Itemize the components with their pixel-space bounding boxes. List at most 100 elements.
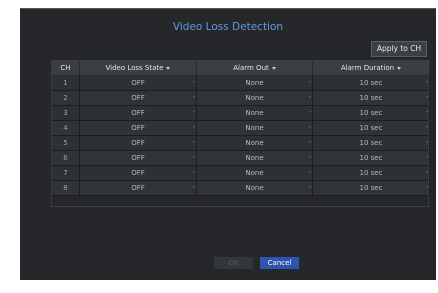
header-alarm-out-label: Alarm Out	[233, 64, 269, 72]
dropdown-arrow-icon	[426, 81, 428, 83]
channel-number: 3	[51, 105, 80, 121]
table-row: 6 OFF None 10 sec	[51, 150, 430, 166]
sort-arrow-icon[interactable]	[166, 66, 171, 70]
alarm-duration-dropdown[interactable]: 10 sec	[312, 105, 430, 121]
alarm-out-dropdown[interactable]: None	[196, 120, 313, 136]
dropdown-arrow-icon	[309, 141, 311, 143]
header-alarm-out[interactable]: Alarm Out	[196, 60, 313, 76]
dropdown-arrow-icon	[193, 186, 195, 188]
alarm-duration-dropdown[interactable]: 10 sec	[312, 150, 430, 166]
video-loss-state-value: OFF	[131, 139, 145, 147]
alarm-out-dropdown[interactable]: None	[196, 165, 313, 181]
video-loss-state-dropdown[interactable]: OFF	[79, 90, 197, 106]
alarm-out-value: None	[245, 139, 264, 147]
dropdown-arrow-icon	[426, 126, 428, 128]
table-row: 3 OFF None 10 sec	[51, 105, 430, 121]
header-video-loss-state[interactable]: Video Loss State	[79, 60, 197, 76]
dropdown-arrow-icon	[193, 156, 195, 158]
video-loss-state-dropdown[interactable]: OFF	[79, 120, 197, 136]
video-loss-state-dropdown[interactable]: OFF	[79, 150, 197, 166]
cancel-button[interactable]: Cancel	[260, 257, 299, 269]
channel-number: 1	[51, 75, 80, 91]
video-loss-dialog: Video Loss Detection Apply to CH CH Vide…	[20, 8, 436, 280]
dropdown-arrow-icon	[193, 126, 195, 128]
video-loss-state-value: OFF	[131, 109, 145, 117]
header-alarm-duration[interactable]: Alarm Duration	[312, 60, 430, 76]
video-loss-state-value: OFF	[131, 169, 145, 177]
alarm-duration-value: 10 sec	[359, 109, 383, 117]
alarm-duration-dropdown[interactable]: 10 sec	[312, 90, 430, 106]
alarm-duration-value: 10 sec	[359, 184, 383, 192]
dropdown-arrow-icon	[426, 96, 428, 98]
alarm-out-dropdown[interactable]: None	[196, 90, 313, 106]
apply-to-ch-button[interactable]: Apply to CH	[371, 41, 427, 57]
header-video-loss-state-label: Video Loss State	[105, 64, 164, 72]
alarm-duration-dropdown[interactable]: 10 sec	[312, 120, 430, 136]
ok-button[interactable]: OK	[214, 257, 253, 269]
dropdown-arrow-icon	[426, 171, 428, 173]
video-loss-state-value: OFF	[131, 154, 145, 162]
alarm-duration-value: 10 sec	[359, 139, 383, 147]
alarm-out-dropdown[interactable]: None	[196, 180, 313, 196]
table-row: 5 OFF None 10 sec	[51, 135, 430, 151]
video-loss-state-dropdown[interactable]: OFF	[79, 75, 197, 91]
alarm-duration-dropdown[interactable]: 10 sec	[312, 180, 430, 196]
alarm-out-dropdown[interactable]: None	[196, 75, 313, 91]
dropdown-arrow-icon	[193, 141, 195, 143]
alarm-out-dropdown[interactable]: None	[196, 150, 313, 166]
channel-number: 4	[51, 120, 80, 136]
dialog-title: Video Loss Detection	[172, 21, 284, 33]
table-row: 1 OFF None 10 sec	[51, 75, 430, 91]
table-row: 8 OFF None 10 sec	[51, 180, 430, 196]
channel-table: CH Video Loss State Alarm Out Alarm Dura…	[51, 60, 430, 196]
alarm-duration-dropdown[interactable]: 10 sec	[312, 135, 430, 151]
header-ch-label: CH	[60, 64, 71, 72]
video-loss-state-value: OFF	[131, 79, 145, 87]
dropdown-arrow-icon	[426, 111, 428, 113]
header-alarm-duration-label: Alarm Duration	[340, 64, 395, 72]
video-loss-state-value: OFF	[131, 184, 145, 192]
alarm-duration-dropdown[interactable]: 10 sec	[312, 165, 430, 181]
video-loss-state-dropdown[interactable]: OFF	[79, 165, 197, 181]
video-loss-state-dropdown[interactable]: OFF	[79, 105, 197, 121]
dropdown-arrow-icon	[309, 186, 311, 188]
alarm-duration-value: 10 sec	[359, 169, 383, 177]
sort-arrow-icon[interactable]	[271, 66, 276, 70]
alarm-duration-value: 10 sec	[359, 94, 383, 102]
dropdown-arrow-icon	[309, 156, 311, 158]
channel-number: 8	[51, 180, 80, 196]
video-loss-state-dropdown[interactable]: OFF	[79, 180, 197, 196]
dropdown-arrow-icon	[309, 111, 311, 113]
alarm-duration-value: 10 sec	[359, 124, 383, 132]
table-header-row: CH Video Loss State Alarm Out Alarm Dura…	[51, 60, 430, 76]
dropdown-arrow-icon	[193, 111, 195, 113]
dropdown-arrow-icon	[309, 126, 311, 128]
video-loss-state-dropdown[interactable]: OFF	[79, 135, 197, 151]
alarm-out-dropdown[interactable]: None	[196, 105, 313, 121]
alarm-duration-value: 10 sec	[359, 79, 383, 87]
table-row: 4 OFF None 10 sec	[51, 120, 430, 136]
alarm-out-dropdown[interactable]: None	[196, 135, 313, 151]
alarm-out-value: None	[245, 124, 264, 132]
alarm-out-value: None	[245, 169, 264, 177]
channel-number: 7	[51, 165, 80, 181]
alarm-out-value: None	[245, 94, 264, 102]
dropdown-arrow-icon	[309, 81, 311, 83]
alarm-out-value: None	[245, 154, 264, 162]
dropdown-arrow-icon	[309, 171, 311, 173]
alarm-out-value: None	[245, 79, 264, 87]
header-ch: CH	[51, 60, 80, 76]
dropdown-arrow-icon	[426, 141, 428, 143]
channel-number: 6	[51, 150, 80, 166]
video-loss-state-value: OFF	[131, 94, 145, 102]
alarm-duration-dropdown[interactable]: 10 sec	[312, 75, 430, 91]
alarm-duration-value: 10 sec	[359, 154, 383, 162]
channel-number: 5	[51, 135, 80, 151]
table-row: 7 OFF None 10 sec	[51, 165, 430, 181]
dropdown-arrow-icon	[193, 171, 195, 173]
sort-arrow-icon[interactable]	[397, 66, 402, 70]
dropdown-arrow-icon	[426, 186, 428, 188]
dropdown-arrow-icon	[309, 96, 311, 98]
dropdown-arrow-icon	[426, 156, 428, 158]
alarm-out-value: None	[245, 109, 264, 117]
